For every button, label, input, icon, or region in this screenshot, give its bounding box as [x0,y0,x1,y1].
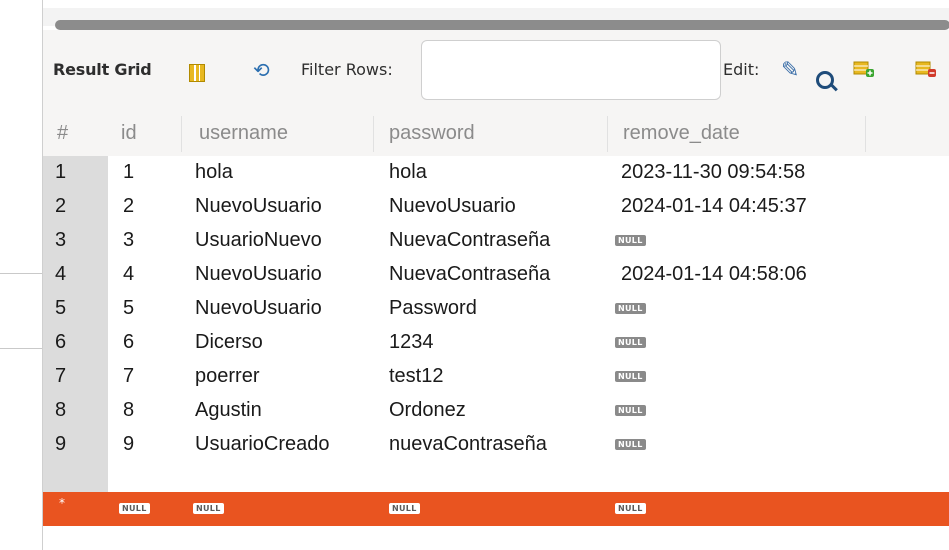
null-badge[interactable]: NULL [389,503,420,514]
result-grid-title[interactable]: Result Grid [53,60,152,79]
result-grid-toolbar: Result Grid ⟲ Filter Rows: Edit: ✎ [43,30,949,110]
search-icon [816,71,834,89]
cell-remove-date[interactable]: 2024-01-14 04:45:37 [621,195,807,218]
cell-id[interactable]: 2 [123,195,134,218]
cell-id[interactable]: 9 [123,433,134,456]
new-row-placeholder[interactable]: * NULL NULL NULL NULL [43,492,949,526]
cell-id[interactable]: 5 [123,297,134,320]
grid-view-icon[interactable] [189,64,205,82]
cell-remove-date[interactable]: 2024-01-14 04:58:06 [621,263,807,286]
table-row[interactable]: 5 5 NuevoUsuario Password NULL [43,292,949,326]
cell-password[interactable]: NuevaContraseña [389,229,550,252]
cell-username[interactable]: NuevoUsuario [195,263,322,286]
null-badge[interactable]: NULL [615,371,646,382]
filter-rows-label: Filter Rows: [301,60,393,79]
cell-id[interactable]: 4 [123,263,134,286]
null-badge[interactable]: NULL [615,235,646,246]
cell-id[interactable]: 7 [123,365,134,388]
cell-username[interactable]: Dicerso [195,331,263,354]
edit-label: Edit: [723,60,760,79]
table-row[interactable]: 8 8 Agustin Ordonez NULL [43,394,949,428]
cell-id[interactable]: 8 [123,399,134,422]
cell-password[interactable]: NuevoUsuario [389,195,516,218]
cell-password[interactable]: Ordonez [389,399,466,422]
null-badge[interactable]: NULL [193,503,224,514]
row-number[interactable]: 7 [55,365,66,388]
cell-password[interactable]: Password [389,297,477,320]
cell-password[interactable]: nuevaContraseña [389,433,547,456]
null-badge[interactable]: NULL [615,439,646,450]
table-row[interactable]: 7 7 poerrer test12 NULL [43,360,949,394]
header-separator[interactable] [373,116,374,152]
row-number[interactable]: 8 [55,399,66,422]
header-rownum[interactable]: # [57,122,68,145]
cell-username[interactable]: UsuarioCreado [195,433,330,456]
table-row[interactable]: 9 9 UsuarioCreado nuevaContraseña NULL [43,428,949,462]
cell-id[interactable]: 6 [123,331,134,354]
table-row[interactable]: 1 1 hola hola 2023-11-30 09:54:58 [43,156,949,190]
null-badge[interactable]: NULL [615,503,646,514]
cell-username[interactable]: poerrer [195,365,259,388]
cell-password[interactable]: test12 [389,365,443,388]
top-scroll-track [43,8,949,30]
table-row[interactable]: 4 4 NuevoUsuario NuevaContraseña 2024-01… [43,258,949,292]
null-badge[interactable]: NULL [119,503,150,514]
cell-password[interactable]: NuevaContraseña [389,263,550,286]
cell-password[interactable]: 1234 [389,331,434,354]
cell-username[interactable]: hola [195,161,233,184]
null-badge[interactable]: NULL [615,337,646,348]
row-number[interactable]: 2 [55,195,66,218]
edit-pencil-icon[interactable]: ✎ [781,58,799,83]
table-row[interactable]: 3 3 UsuarioNuevo NuevaContraseña NULL [43,224,949,258]
horizontal-scrollbar[interactable] [55,20,949,30]
row-number[interactable]: 1 [55,161,66,184]
row-number[interactable]: 4 [55,263,66,286]
filter-rows-input[interactable] [421,40,834,100]
table-row[interactable]: 6 6 Dicerso 1234 NULL [43,326,949,360]
result-grid-panel: Result Grid ⟲ Filter Rows: Edit: ✎ # id [42,0,949,550]
delete-row-icon[interactable] [915,60,937,78]
cell-username[interactable]: Agustin [195,399,262,422]
cell-username[interactable]: NuevoUsuario [195,297,322,320]
cell-username[interactable]: NuevoUsuario [195,195,322,218]
cell-id[interactable]: 3 [123,229,134,252]
cell-id[interactable]: 1 [123,161,134,184]
row-number[interactable]: 5 [55,297,66,320]
header-separator[interactable] [865,116,866,152]
new-row-marker: * [59,496,65,510]
null-badge[interactable]: NULL [615,405,646,416]
add-row-icon[interactable] [853,60,875,78]
header-remove-date[interactable]: remove_date [623,122,740,145]
table-row[interactable]: 2 2 NuevoUsuario NuevoUsuario 2024-01-14… [43,190,949,224]
header-password[interactable]: password [389,122,475,145]
cell-password[interactable]: hola [389,161,427,184]
row-number[interactable]: 9 [55,433,66,456]
table-header: # id username password remove_date [43,110,949,156]
header-separator[interactable] [607,116,608,152]
row-number[interactable]: 3 [55,229,66,252]
cell-remove-date[interactable]: 2023-11-30 09:54:58 [621,161,805,184]
header-id[interactable]: id [121,122,137,145]
null-badge[interactable]: NULL [615,303,646,314]
refresh-icon[interactable]: ⟲ [253,58,270,82]
cell-username[interactable]: UsuarioNuevo [195,229,322,252]
row-number[interactable]: 6 [55,331,66,354]
header-username[interactable]: username [199,122,288,145]
header-separator[interactable] [181,116,182,152]
